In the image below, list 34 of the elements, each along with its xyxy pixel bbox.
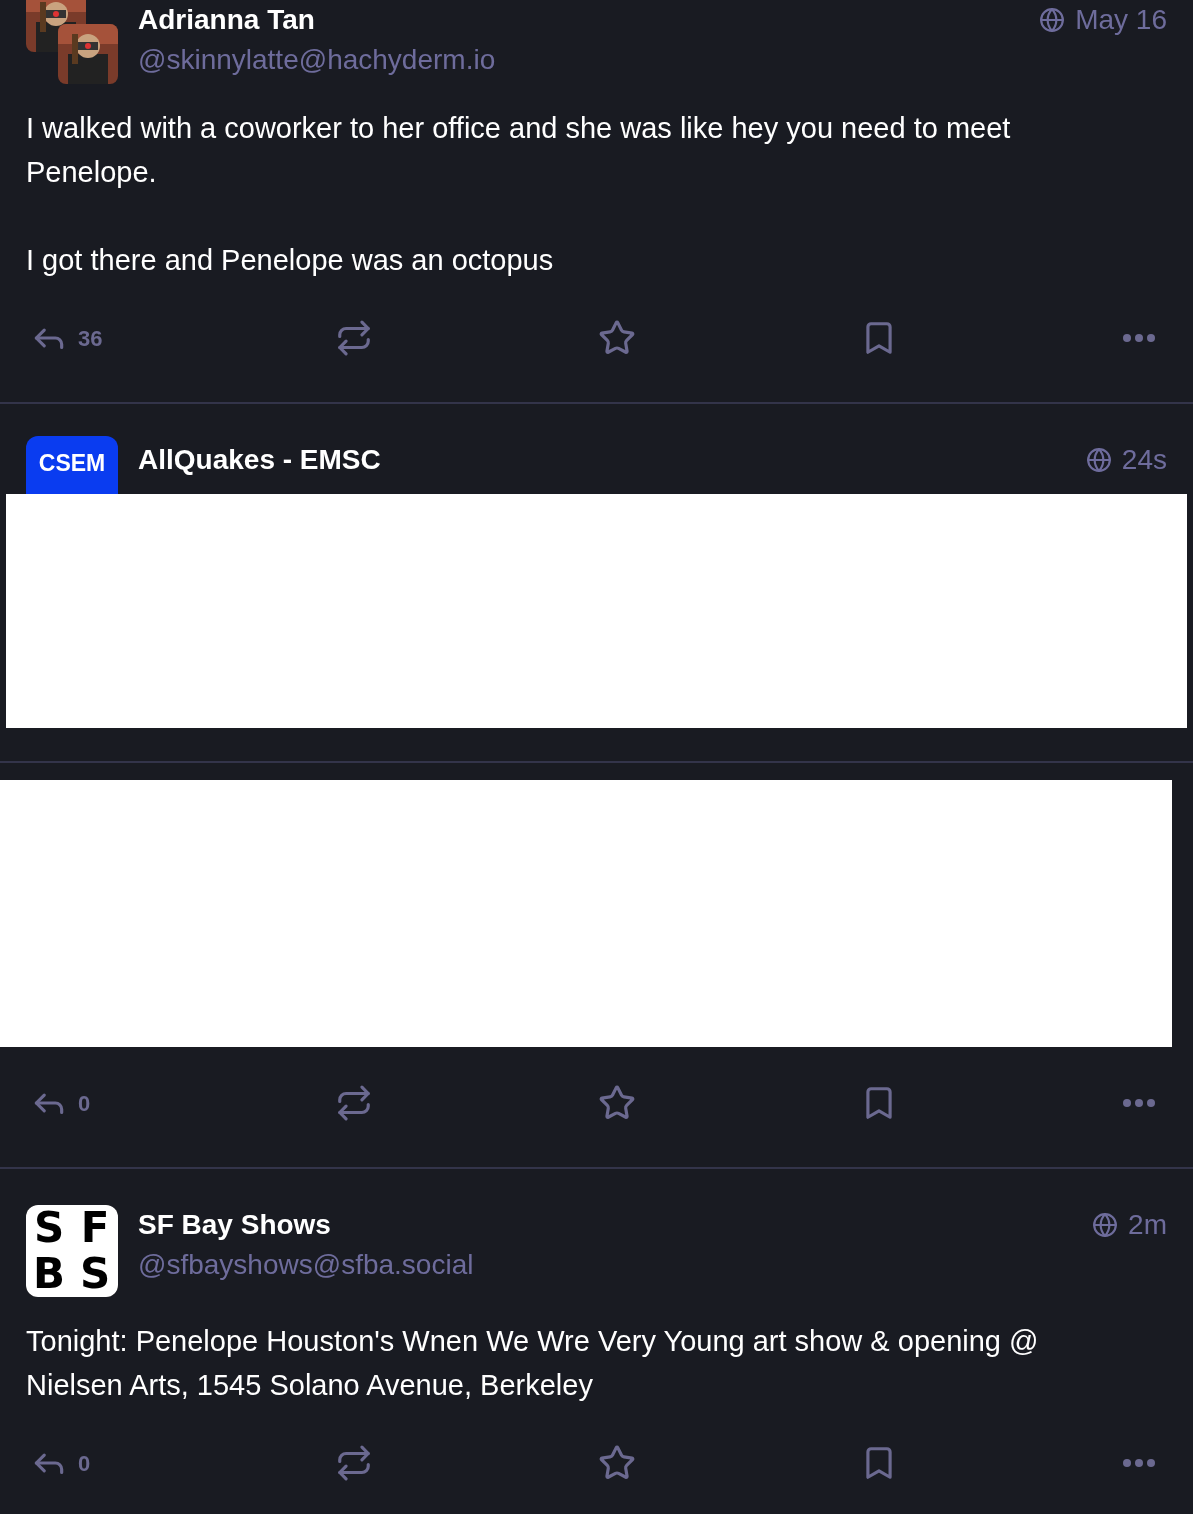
more-icon (1123, 1459, 1155, 1467)
star-icon (597, 1444, 636, 1482)
post-text: I got there and Penelope was an octopus (26, 243, 555, 278)
account-handle[interactable]: @sfbayshows@sfba.social (138, 1245, 1073, 1285)
globe-icon (1085, 447, 1112, 473)
favourite-button[interactable] (597, 319, 636, 357)
more-icon (1123, 1099, 1155, 1107)
post-text: Tonight: Penelope Houston's Wnen We Wre Very Young art show & opening @ Nielsen Arts, 1545 Solano Avenue, Berkeley (26, 1324, 1040, 1403)
star-icon (597, 1084, 636, 1122)
post-text: I walked with a coworker to her office and she was like hey you need to meet Penelope. (26, 111, 1012, 190)
globe-icon (1092, 1212, 1119, 1238)
globe-icon (1039, 7, 1066, 33)
reply-button[interactable]: 36 (30, 319, 110, 357)
reply-button[interactable]: 0 (30, 1444, 110, 1482)
more-button[interactable] (1123, 334, 1155, 342)
avatar-letter: F (72, 1205, 118, 1251)
favourite-button[interactable] (597, 1084, 636, 1122)
star-icon (597, 319, 636, 357)
more-icon (1123, 334, 1155, 342)
post-time[interactable]: 24s (1121, 440, 1167, 480)
display-name[interactable]: SF Bay Shows (138, 1205, 1073, 1245)
avatar-letter: B (26, 1251, 72, 1297)
logo-text: CSEM (38, 452, 106, 475)
post-time[interactable]: 2m (1128, 1205, 1167, 1245)
more-button[interactable] (1123, 1459, 1155, 1467)
display-name[interactable]: AllQuakes - EMSC (138, 440, 1066, 480)
avatar-letter: S (72, 1251, 118, 1297)
post-time[interactable]: May 16 (1075, 0, 1167, 40)
reply-button[interactable]: 0 (30, 1084, 110, 1122)
more-button[interactable] (1123, 1099, 1155, 1107)
avatar-letter: S (26, 1205, 72, 1251)
display-name[interactable]: Adrianna Tan (138, 0, 1020, 40)
account-handle[interactable]: @skinnylatte@hachyderm.io (138, 40, 1020, 80)
favourite-button[interactable] (597, 1444, 636, 1482)
